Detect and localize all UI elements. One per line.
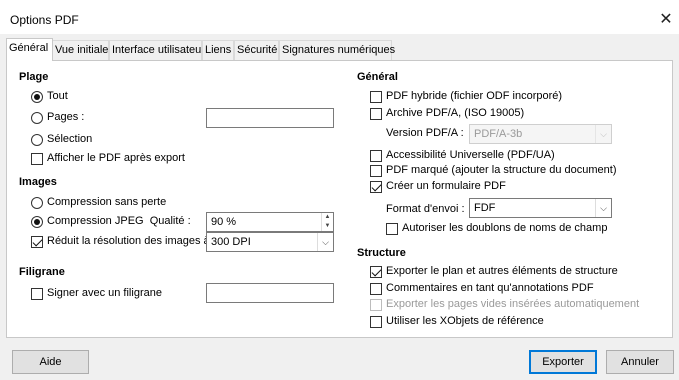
chevron-down-icon[interactable]: ⌵	[595, 199, 611, 217]
pdf-marque-checkbox[interactable]	[370, 165, 382, 177]
tab-signatures-numeriques[interactable]: Signatures numériques	[279, 40, 395, 60]
jpeg-quality-stepper[interactable]: 90 % ▲ ▼	[206, 212, 334, 232]
version-pdfa-value: PDF/A-3b	[474, 128, 523, 140]
tab-securite[interactable]: Sécurité	[234, 40, 279, 60]
pages-input[interactable]	[206, 108, 334, 128]
compression-jpeg-label: Compression JPEG Qualité :	[47, 215, 191, 227]
tab-general[interactable]: Général	[6, 38, 53, 61]
exporter-plan-label: Exporter le plan et autres éléments de s…	[386, 265, 618, 277]
accessibilite-label: Accessibilité Universelle (PDF/UA)	[386, 149, 555, 161]
format-envoi-value: FDF	[474, 202, 496, 214]
section-structure-heading: Structure	[357, 247, 406, 259]
jpeg-quality-value: 90 %	[211, 216, 237, 228]
stepper-arrows-icon[interactable]: ▲ ▼	[321, 213, 333, 231]
format-envoi-select[interactable]: FDF ⌵	[469, 198, 612, 218]
exporter-plan-checkbox[interactable]	[370, 266, 382, 278]
commentaires-label: Commentaires en tant qu'annotations PDF	[386, 282, 594, 294]
section-general-heading: Général	[357, 71, 398, 83]
chevron-down-icon: ⌵	[595, 125, 611, 143]
version-pdfa-select: PDF/A-3b ⌵	[469, 124, 612, 144]
pdf-hybride-label: PDF hybride (fichier ODF incorporé)	[386, 90, 563, 102]
radio-pages-label: Pages :	[47, 111, 85, 123]
section-images-heading: Images	[19, 176, 57, 188]
title-bar	[0, 0, 679, 34]
filigrane-input[interactable]	[206, 283, 334, 303]
signer-filigrane-label: Signer avec un filigrane	[47, 287, 162, 299]
reduit-resolution-label: Réduit la résolution des images à :	[47, 235, 216, 247]
accessibilite-checkbox[interactable]	[370, 150, 382, 162]
reduit-resolution-checkbox[interactable]	[31, 236, 43, 248]
radio-tout-label: Tout	[47, 90, 68, 102]
section-plage-heading: Plage	[19, 71, 49, 83]
resolution-value: 300 DPI	[211, 236, 251, 248]
afficher-pdf-label: Afficher le PDF après export	[47, 152, 185, 164]
chevron-down-icon[interactable]: ⌵	[317, 233, 333, 251]
pages-vides-checkbox	[370, 299, 382, 311]
formulaire-checkbox[interactable]	[370, 181, 382, 193]
annuler-button[interactable]: Annuler	[606, 350, 674, 374]
aide-button[interactable]: Aide	[12, 350, 89, 374]
section-filigrane-heading: Filigrane	[19, 266, 65, 278]
pdf-hybride-checkbox[interactable]	[370, 91, 382, 103]
signer-filigrane-checkbox[interactable]	[31, 288, 43, 300]
archive-pdfa-checkbox[interactable]	[370, 108, 382, 120]
radio-compression-jpeg[interactable]	[31, 216, 43, 228]
tab-vue-initiale[interactable]: Vue initiale	[52, 40, 109, 60]
compression-sans-perte-label: Compression sans perte	[47, 196, 167, 208]
commentaires-checkbox[interactable]	[370, 283, 382, 295]
radio-selection-label: Sélection	[47, 133, 93, 145]
pdf-marque-label: PDF marqué (ajouter la structure du docu…	[386, 164, 617, 176]
doublons-label: Autoriser les doublons de noms de champ	[402, 222, 608, 234]
radio-compression-sans-perte[interactable]	[31, 197, 43, 209]
radio-pages[interactable]	[31, 112, 43, 124]
archive-pdfa-label: Archive PDF/A, (ISO 19005)	[386, 107, 525, 119]
tab-liens[interactable]: Liens	[202, 40, 234, 60]
xobjets-label: Utiliser les XObjets de référence	[386, 315, 544, 327]
format-envoi-label: Format d'envoi :	[386, 203, 465, 215]
radio-tout[interactable]	[31, 91, 43, 103]
tab-interface-utilisateur[interactable]: Interface utilisateur	[109, 40, 205, 60]
version-pdfa-label: Version PDF/A :	[386, 127, 464, 139]
exporter-button[interactable]: Exporter	[529, 350, 597, 374]
afficher-pdf-checkbox[interactable]	[31, 153, 43, 165]
close-icon[interactable]: ✕	[659, 9, 673, 29]
doublons-checkbox[interactable]	[386, 223, 398, 235]
resolution-select[interactable]: 300 DPI ⌵	[206, 232, 334, 252]
radio-selection[interactable]	[31, 134, 43, 146]
xobjets-checkbox[interactable]	[370, 316, 382, 328]
formulaire-label: Créer un formulaire PDF	[386, 180, 506, 192]
pages-vides-label: Exporter les pages vides insérées automa…	[386, 298, 640, 310]
window-title: Options PDF	[10, 13, 79, 27]
